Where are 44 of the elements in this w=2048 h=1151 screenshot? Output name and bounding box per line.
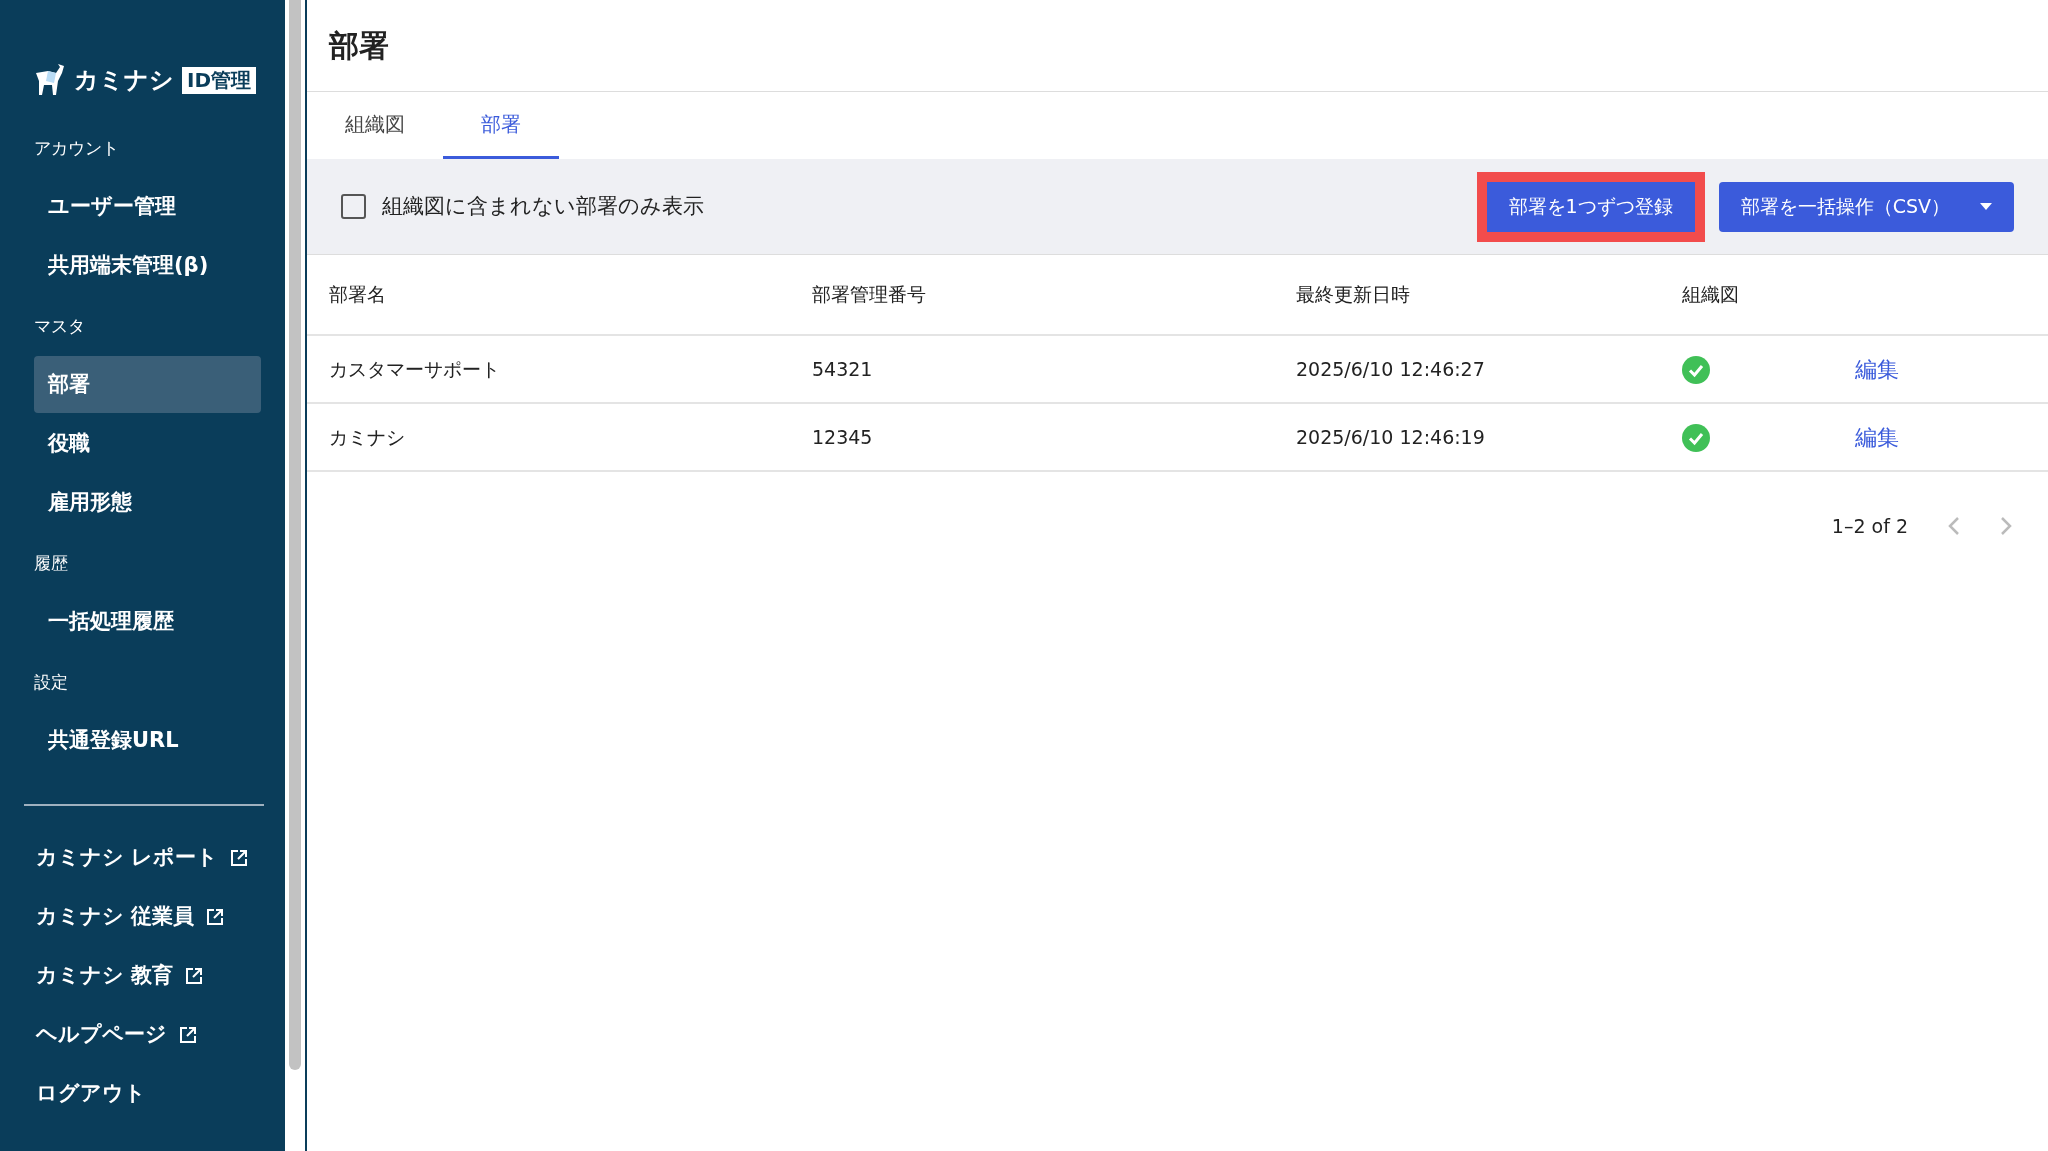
section-label: 設定 xyxy=(34,671,69,694)
sidebar-item[interactable]: 役職 xyxy=(34,415,261,472)
section-label: マスタ xyxy=(34,315,86,338)
sidebar-item[interactable]: 部署 xyxy=(34,356,261,413)
pagination-range: 1–2 of 2 xyxy=(1831,514,1908,539)
sidebar-link[interactable]: カミナシ 従業員 xyxy=(36,905,275,929)
previous-page-icon[interactable] xyxy=(1948,516,1960,537)
sidebar-item[interactable]: ユーザー管理 xyxy=(34,178,261,235)
sidebar-item[interactable]: 雇用形態 xyxy=(34,474,261,531)
caret-icon xyxy=(1980,203,1992,210)
table-cell: 54321 xyxy=(790,335,1274,403)
table-cell: カミナシ xyxy=(307,403,790,471)
external-link-icon xyxy=(179,1026,197,1044)
external-link-icon xyxy=(230,849,249,867)
table-cell: 12345 xyxy=(790,403,1274,471)
page-title: 部署 xyxy=(307,0,2048,92)
sidebar-link[interactable]: ログアウト xyxy=(36,1082,275,1106)
edit-link[interactable]: 編集 xyxy=(1855,424,1899,450)
column-header: 組織図 xyxy=(1660,255,1830,335)
table-cell: 2025/6/10 12:46:19 xyxy=(1274,403,1660,471)
column-header: 部署管理番号 xyxy=(790,255,1274,335)
sidebar-item[interactable]: 共用端末管理(β) xyxy=(34,237,261,294)
tab[interactable]: 組織図 xyxy=(307,92,443,159)
column-header: 最終更新日時 xyxy=(1274,255,1660,335)
section-label: アカウント xyxy=(34,137,120,160)
table-cell: 2025/6/10 12:46:27 xyxy=(1274,335,1660,403)
logo-badge: ID管理 xyxy=(182,66,257,94)
sidebar-link[interactable]: ヘルプページ xyxy=(36,1023,275,1047)
checkbox-label[interactable]: 組織図に含まれない部署のみ表示 xyxy=(382,190,704,223)
sidebar-item[interactable]: 一括処理履歴 xyxy=(34,593,261,650)
table-cell: カスタマーサポート xyxy=(307,335,790,403)
sidebar-link[interactable]: カミナシ 教育 xyxy=(36,964,275,988)
checkbox[interactable] xyxy=(341,194,366,219)
sidebar-item[interactable]: 共通登録URL xyxy=(34,712,261,769)
dropdown-button[interactable]: 部署を一括操作（CSV） xyxy=(1718,181,2014,232)
external-link-icon xyxy=(206,908,225,926)
logo-text: カミナシ xyxy=(74,65,174,96)
scrollbar-thumb[interactable] xyxy=(289,0,301,1070)
external-link-icon xyxy=(185,967,204,985)
sidebar-link[interactable]: カミナシ レポート xyxy=(36,846,275,870)
edit-link[interactable]: 編集 xyxy=(1855,356,1899,382)
next-page-icon[interactable] xyxy=(2000,516,2012,537)
section-label: 履歴 xyxy=(34,552,69,575)
column-header: 部署名 xyxy=(307,255,790,335)
